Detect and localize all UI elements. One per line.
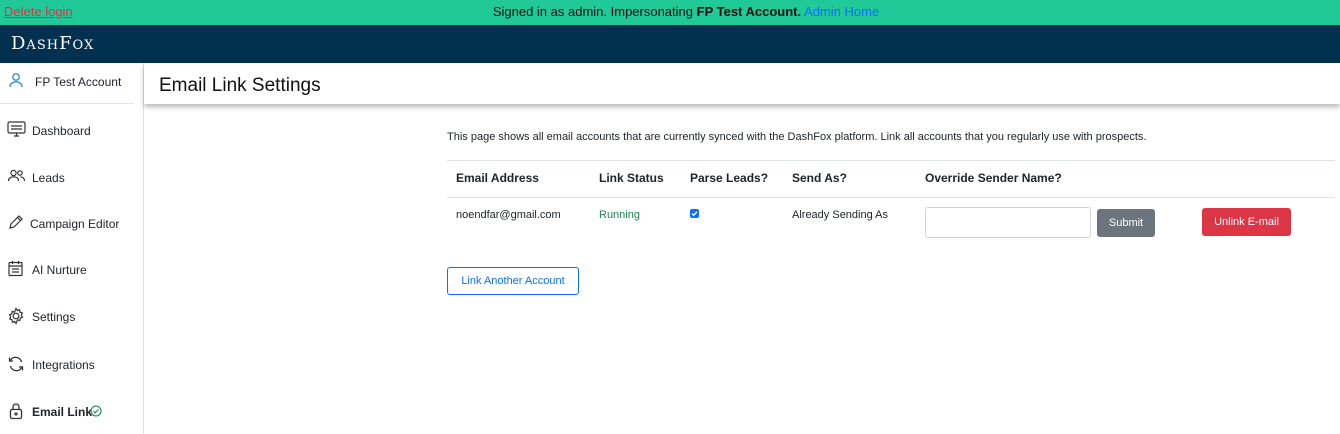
email-address-cell: noendfar@gmail.com bbox=[456, 209, 561, 221]
sidebar-item-settings[interactable]: Settings bbox=[0, 301, 143, 331]
sidebar-account[interactable]: FP Test Account bbox=[0, 63, 134, 104]
calendar-icon bbox=[7, 260, 25, 282]
user-icon bbox=[8, 72, 24, 93]
parse-leads-checkbox[interactable] bbox=[690, 209, 699, 218]
submit-button[interactable]: Submit bbox=[1097, 209, 1155, 237]
send-as-cell: Already Sending As bbox=[792, 209, 889, 221]
sidebar-item-integrations[interactable]: Integrations bbox=[0, 349, 143, 379]
override-sender-name-input[interactable] bbox=[925, 207, 1091, 238]
sidebar-item-label: Dashboard bbox=[32, 124, 91, 138]
column-header-link-status: Link Status bbox=[599, 171, 664, 185]
sidebar-item-ai-nurture[interactable]: AI Nurture bbox=[0, 254, 143, 284]
sidebar-item-campaign-editor[interactable]: Campaign Editor bbox=[0, 208, 143, 238]
monitor-icon bbox=[7, 121, 26, 142]
link-status-cell: Running bbox=[599, 209, 640, 221]
brand-logo[interactable]: DashFox bbox=[11, 35, 94, 53]
table-top-divider bbox=[447, 160, 1335, 161]
table-header-divider bbox=[447, 197, 1335, 198]
column-header-override-sender: Override Sender Name? bbox=[925, 171, 1062, 185]
impersonation-prefix: Signed in as admin. Impersonating bbox=[492, 4, 697, 19]
impersonated-account: FP Test Account. bbox=[696, 4, 802, 19]
page-header: Email Link Settings bbox=[144, 63, 1340, 104]
column-header-send-as: Send As? bbox=[792, 171, 847, 185]
impersonation-message: Signed in as admin. Impersonating FP Tes… bbox=[0, 4, 1340, 19]
column-header-email: Email Address bbox=[456, 171, 539, 185]
sidebar-item-label: Leads bbox=[32, 171, 65, 185]
sidebar-item-label: Campaign Editor bbox=[30, 217, 120, 231]
page-title: Email Link Settings bbox=[159, 75, 321, 96]
sidebar-item-label: AI Nurture bbox=[32, 263, 87, 277]
sidebar-item-leads[interactable]: Leads bbox=[0, 162, 143, 192]
gear-icon bbox=[7, 307, 25, 330]
sidebar-item-label: Integrations bbox=[32, 358, 95, 372]
page-description: This page shows all email accounts that … bbox=[447, 131, 1147, 143]
top-navbar: DashFox bbox=[0, 25, 1340, 63]
check-circle-icon bbox=[90, 404, 102, 422]
sidebar-item-email-link[interactable]: Email Link bbox=[0, 396, 143, 426]
unlink-email-button[interactable]: Unlink E-mail bbox=[1202, 208, 1291, 236]
sidebar: FP Test Account Dashboard Leads Campaign… bbox=[0, 63, 144, 434]
pencil-icon bbox=[7, 214, 25, 235]
refresh-icon bbox=[7, 355, 25, 378]
admin-home-link[interactable]: Admin Home bbox=[804, 4, 879, 19]
lock-icon bbox=[7, 402, 25, 425]
sidebar-account-label: FP Test Account bbox=[35, 75, 122, 89]
link-another-account-button[interactable]: Link Another Account bbox=[447, 267, 579, 295]
column-header-parse-leads: Parse Leads? bbox=[690, 171, 769, 185]
sidebar-item-label: Settings bbox=[32, 310, 76, 324]
users-icon bbox=[7, 168, 26, 189]
impersonation-banner: Delete login Signed in as admin. Imperso… bbox=[0, 0, 1340, 25]
sidebar-item-dashboard[interactable]: Dashboard bbox=[0, 115, 143, 145]
sidebar-item-label: Email Link bbox=[32, 405, 93, 419]
